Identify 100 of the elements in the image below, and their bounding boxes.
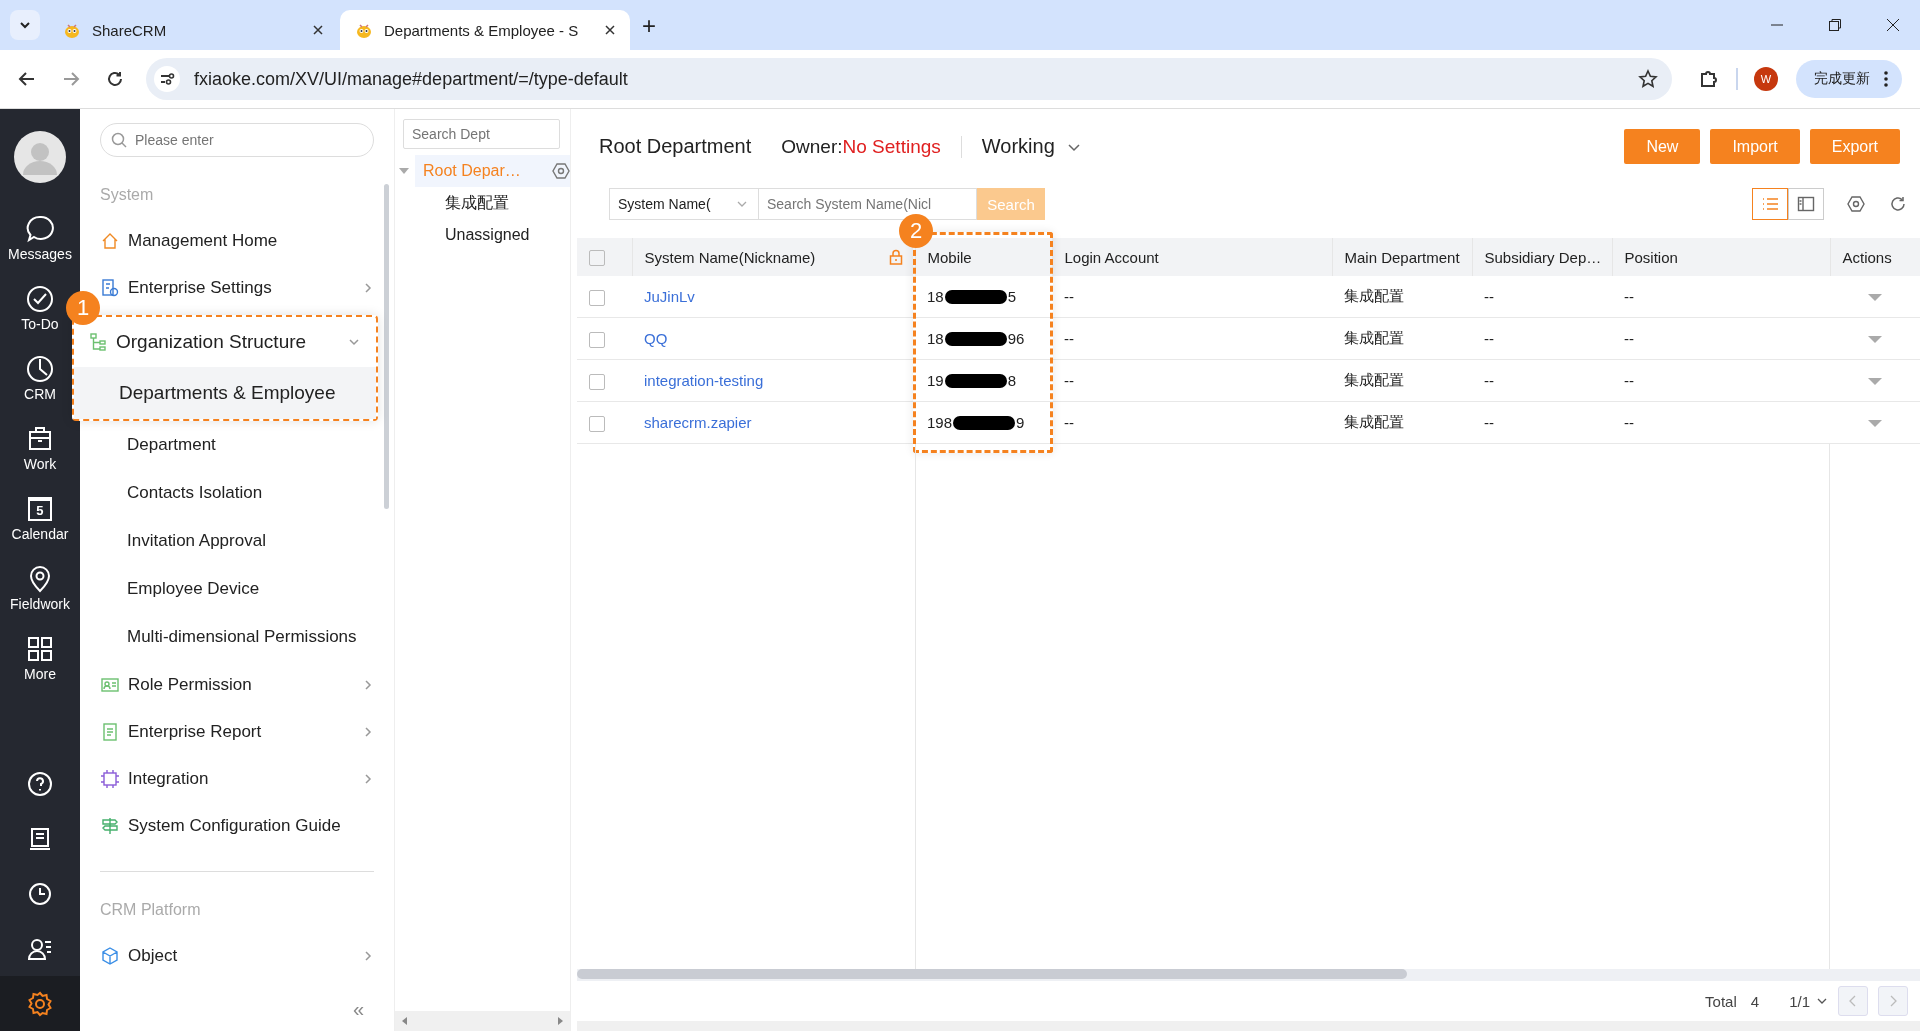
table-cell: 集成配置: [1344, 371, 1404, 388]
search-field[interactable]: Search System Name(Nicl: [759, 188, 977, 220]
site-settings-icon[interactable]: [154, 66, 180, 92]
close-icon[interactable]: [1886, 18, 1900, 32]
check-circle-icon: [25, 284, 55, 314]
list-view-button[interactable]: [1752, 188, 1788, 220]
horizontal-scrollbar[interactable]: [395, 1011, 570, 1031]
table-cell: 198: [927, 414, 953, 431]
dropdown-caret-icon[interactable]: [1868, 420, 1882, 428]
chevron-right-icon: [362, 281, 374, 294]
back-icon[interactable]: [18, 70, 36, 88]
tree-node[interactable]: 集成配置: [395, 187, 570, 219]
page-select[interactable]: 1/1: [1789, 992, 1828, 1010]
menu-search-field[interactable]: Please enter: [100, 123, 374, 157]
restore-icon[interactable]: [1828, 18, 1842, 32]
refresh-icon[interactable]: [1888, 194, 1908, 214]
submenu-item[interactable]: Multi-dimensional Permissions: [100, 613, 374, 661]
new-tab-button[interactable]: +: [642, 12, 656, 40]
document-gear-icon: [100, 277, 120, 298]
table-cell: --: [1064, 372, 1074, 389]
list-icon: [1761, 196, 1779, 212]
submenu-item[interactable]: Invitation Approval: [100, 517, 374, 565]
column-header[interactable]: Login Account: [1064, 248, 1159, 266]
chip-icon: [100, 768, 120, 789]
puzzle-icon[interactable]: [1698, 68, 1720, 90]
column-header[interactable]: Position: [1624, 248, 1678, 266]
address-field[interactable]: fxiaoke.com/XV/UI/manage#department/=/type-default: [146, 58, 1672, 100]
browser-tab[interactable]: ShareCRM: [48, 10, 338, 50]
dropdown-caret-icon[interactable]: [1868, 294, 1882, 302]
chat-bubble-icon: [25, 214, 55, 244]
table-cell: 18: [927, 288, 944, 305]
close-icon[interactable]: [604, 24, 616, 36]
employee-link[interactable]: QQ: [644, 330, 668, 347]
chevron-left-icon: [1848, 995, 1858, 1007]
submenu-item[interactable]: Employee Device: [100, 565, 374, 613]
collapse-button[interactable]: «: [352, 998, 364, 1021]
row-checkbox[interactable]: [589, 373, 605, 390]
rail-nav-item[interactable]: 5 Calendar: [11, 483, 69, 553]
settings-icon[interactable]: [552, 162, 570, 180]
tab-title: ShareCRM: [92, 21, 168, 39]
rail-nav-item[interactable]: Fieldwork: [10, 553, 70, 623]
browser-tab[interactable]: Departments & Employee - S: [340, 10, 630, 50]
settings-icon[interactable]: [0, 976, 80, 1031]
scroll-left-icon[interactable]: [401, 1016, 409, 1026]
tree-node[interactable]: Unassigned: [395, 219, 570, 251]
redaction-mark: [944, 373, 1007, 388]
tab-title: Departments & Employee - S: [384, 21, 580, 39]
callout-number: 1: [66, 291, 100, 325]
cube-icon: [100, 945, 120, 966]
panel-icon: [1797, 196, 1815, 212]
table-cell: --: [1624, 414, 1634, 431]
employee-link[interactable]: sharecrm.zapier: [644, 414, 752, 431]
split-view-button[interactable]: [1788, 188, 1824, 220]
menu-item[interactable]: Role Permission: [100, 661, 374, 708]
settings-icon[interactable]: [1846, 194, 1866, 214]
dropdown-caret-icon[interactable]: [1868, 378, 1882, 386]
submenu-item[interactable]: Departments & Employee: [74, 367, 376, 419]
table-cell: 集成配置: [1344, 329, 1404, 346]
dropdown-caret-icon[interactable]: [1868, 336, 1882, 344]
horizontal-scrollbar[interactable]: [577, 969, 1920, 981]
rail-nav-item[interactable]: Work: [23, 413, 57, 483]
scroll-right-icon[interactable]: [556, 1016, 564, 1026]
avatar[interactable]: [14, 131, 66, 183]
star-icon[interactable]: [1638, 69, 1658, 89]
table-cell: --: [1624, 372, 1634, 389]
reload-icon[interactable]: [106, 70, 124, 88]
menu-item[interactable]: Management Home: [100, 217, 374, 264]
status-dropdown[interactable]: Working: [981, 135, 1081, 158]
caret-icon[interactable]: [399, 166, 409, 176]
rail-nav-item[interactable]: Messages: [8, 203, 72, 273]
employee-link[interactable]: JuJinLv: [644, 288, 695, 305]
close-icon[interactable]: [312, 24, 324, 36]
profile-avatar[interactable]: W: [1754, 67, 1778, 91]
menu-item[interactable]: Object: [100, 932, 374, 979]
menu-item[interactable]: Enterprise Settings: [100, 264, 374, 311]
submenu-item[interactable]: Contacts Isolation: [100, 469, 374, 517]
dept-search-field[interactable]: Search Dept: [403, 119, 560, 149]
menu-item[interactable]: Integration: [100, 755, 374, 802]
row-checkbox[interactable]: [589, 331, 605, 348]
redaction-mark: [953, 415, 1016, 430]
employee-link[interactable]: integration-testing: [644, 372, 764, 389]
tab-list-button[interactable]: [10, 10, 40, 40]
rail-nav-item[interactable]: To-Do: [21, 273, 59, 343]
more-icon: [1884, 71, 1888, 87]
menu-item[interactable]: System Configuration Guide: [100, 802, 374, 849]
menu-item[interactable]: Enterprise Report: [100, 708, 374, 755]
lock-icon: [888, 249, 903, 265]
select-all-checkbox[interactable]: [589, 250, 605, 266]
rail-nav-item[interactable]: More: [24, 623, 56, 693]
column-header[interactable]: Mobile: [927, 248, 972, 266]
forward-icon[interactable]: [62, 70, 80, 88]
table-cell: --: [1484, 288, 1494, 305]
update-button[interactable]: 完成更新: [1796, 60, 1902, 98]
table-cell: --: [1624, 288, 1634, 305]
rail-nav-item[interactable]: CRM: [24, 343, 56, 413]
row-checkbox[interactable]: [589, 289, 605, 306]
field-select[interactable]: System Name(: [609, 188, 759, 220]
submenu-item[interactable]: Department: [100, 421, 374, 469]
row-checkbox[interactable]: [589, 415, 605, 432]
table-cell: 集成配置: [1344, 413, 1404, 430]
